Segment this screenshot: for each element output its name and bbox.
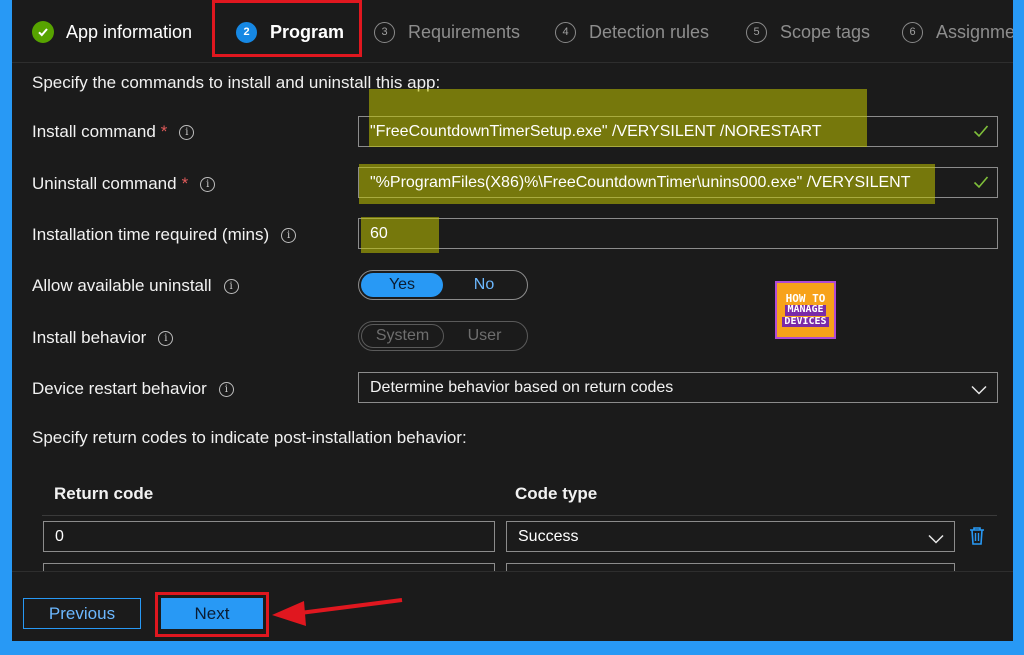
step-number: 3: [374, 21, 395, 43]
install-time-label: Installation time required (mins) i: [32, 225, 297, 245]
info-icon[interactable]: i: [223, 278, 239, 294]
required-marker: *: [160, 122, 168, 141]
previous-button[interactable]: Previous: [23, 598, 141, 629]
tab-assignments[interactable]: 6 Assignme: [902, 16, 1013, 48]
install-behavior-label: Install behavior i: [32, 328, 174, 348]
check-circle-icon: [32, 21, 54, 43]
step-number: 5: [746, 21, 767, 43]
toggle-option-system: System: [361, 324, 444, 348]
info-icon[interactable]: i: [200, 176, 216, 192]
annotation-box-next-button: [155, 592, 269, 637]
uninstall-command-input[interactable]: "%ProgramFiles(X86)%\FreeCountdownTimer\…: [358, 164, 998, 204]
tab-detection-rules[interactable]: 4 Detection rules: [555, 16, 709, 48]
annotation-box-program-tab: [212, 0, 362, 57]
selected-value: Determine behavior based on return codes: [370, 378, 674, 396]
program-intro: Specify the commands to install and unin…: [32, 73, 441, 92]
chevron-down-icon: [928, 531, 944, 549]
label-text: Install behavior: [32, 328, 147, 347]
input-value: "FreeCountdownTimerSetup.exe" /VERYSILEN…: [370, 122, 822, 140]
column-header-return-code: Return code: [54, 484, 154, 503]
header-divider: [42, 515, 997, 516]
tab-label: App information: [66, 21, 193, 42]
label-text: Install command: [32, 122, 156, 141]
logo-line: MANAGE: [785, 304, 826, 316]
toggle-option-user: User: [467, 327, 502, 344]
how-to-manage-devices-logo: HOW TO MANAGE DEVICES: [775, 281, 836, 339]
allow-uninstall-label: Allow available uninstall i: [32, 276, 239, 296]
install-time-input[interactable]: 60: [358, 217, 998, 253]
input-value: "%ProgramFiles(X86)%\FreeCountdownTimer\…: [370, 173, 911, 191]
tab-label: Assignme: [936, 21, 1013, 42]
program-panel: App information 2 Program 3 Requirements…: [12, 0, 1013, 641]
input-value: 0: [55, 527, 64, 545]
restart-behavior-dropdown[interactable]: Determine behavior based on return codes: [358, 372, 998, 403]
info-icon[interactable]: i: [218, 381, 234, 397]
info-icon[interactable]: i: [281, 227, 297, 243]
red-arrow-icon: [272, 598, 403, 626]
wizard-tabs: App information 2 Program 3 Requirements…: [12, 0, 1013, 62]
logo-line: DEVICES: [782, 315, 829, 328]
install-command-label: Install command * i: [32, 122, 195, 142]
toggle-option-yes[interactable]: Yes: [361, 273, 443, 297]
selected-value: Success: [518, 527, 579, 545]
checkmark-icon: [973, 175, 989, 194]
restart-behavior-label: Device restart behavior i: [32, 379, 234, 399]
return-code-input[interactable]: 0: [43, 521, 495, 552]
tab-label: Detection rules: [589, 21, 710, 42]
required-marker: *: [181, 174, 189, 193]
logo-line: HOW TO: [785, 291, 826, 305]
code-type-dropdown[interactable]: Success: [506, 521, 955, 552]
allow-uninstall-toggle: Yes No: [358, 270, 528, 300]
tab-requirements[interactable]: 3 Requirements: [374, 16, 520, 48]
install-command-input[interactable]: "FreeCountdownTimerSetup.exe" /VERYSILEN…: [358, 89, 998, 147]
tab-label: Scope tags: [780, 21, 871, 42]
chevron-down-icon: [971, 382, 987, 400]
info-icon[interactable]: i: [158, 330, 174, 346]
column-header-code-type: Code type: [515, 484, 598, 503]
label-text: Installation time required (mins): [32, 225, 270, 244]
tab-divider: [12, 62, 1013, 63]
install-behavior-toggle: System User: [358, 321, 528, 351]
tab-app-information[interactable]: App information: [32, 16, 192, 48]
label-text: Allow available uninstall: [32, 276, 212, 295]
step-number: 6: [902, 21, 923, 43]
return-codes-intro: Specify return codes to indicate post-in…: [32, 428, 467, 447]
info-icon[interactable]: i: [179, 124, 195, 140]
trash-icon[interactable]: [968, 526, 986, 551]
toggle-option-no[interactable]: No: [443, 273, 525, 297]
tab-label: Requirements: [408, 21, 521, 42]
input-value: 60: [370, 224, 388, 242]
uninstall-command-label: Uninstall command * i: [32, 174, 216, 194]
label-text: Uninstall command: [32, 174, 177, 193]
label-text: Device restart behavior: [32, 379, 207, 398]
step-number: 4: [555, 21, 576, 43]
checkmark-icon: [973, 124, 989, 143]
tab-scope-tags[interactable]: 5 Scope tags: [746, 16, 870, 48]
